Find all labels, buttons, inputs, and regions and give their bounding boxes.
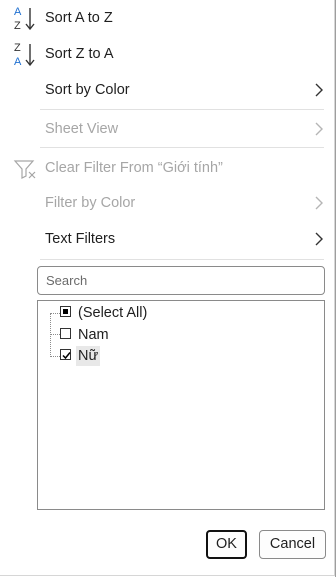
clear-filter-label: Clear Filter From “Giới tính” bbox=[45, 160, 223, 176]
sort-descending-icon: Z A bbox=[12, 39, 38, 69]
sort-by-color-item[interactable]: Sort by Color bbox=[0, 72, 336, 108]
list-item-label: Nam bbox=[78, 327, 109, 343]
tree-connector bbox=[50, 356, 60, 357]
text-filters-label: Text Filters bbox=[45, 231, 116, 247]
svg-text:A: A bbox=[14, 56, 22, 68]
sheet-view-label: Sheet View bbox=[45, 121, 119, 137]
sort-z-to-a-item[interactable]: Z A Sort Z to A bbox=[0, 36, 336, 72]
autofilter-dropdown: A Z Sort A to Z Z A Sort Z to A Sort by … bbox=[0, 0, 335, 576]
chevron-right-icon bbox=[314, 83, 324, 97]
sort-a-to-z-item[interactable]: A Z Sort A to Z bbox=[0, 0, 336, 36]
search-box bbox=[37, 266, 325, 295]
menu-separator bbox=[40, 259, 324, 260]
list-item-label: (Select All) bbox=[78, 305, 148, 321]
tree-connector bbox=[50, 334, 60, 335]
ok-button[interactable]: OK bbox=[206, 530, 247, 559]
chevron-right-icon bbox=[314, 122, 324, 136]
search-input[interactable] bbox=[38, 267, 316, 294]
sort-a-to-z-label: Sort A to Z bbox=[45, 10, 113, 26]
menu-separator bbox=[40, 109, 324, 110]
svg-text:Z: Z bbox=[14, 42, 21, 54]
sheet-view-item: Sheet View bbox=[0, 111, 336, 147]
nu-checkbox[interactable] bbox=[60, 349, 71, 360]
indeterminate-mark bbox=[63, 309, 68, 314]
chevron-right-icon bbox=[314, 232, 324, 246]
sort-z-to-a-label: Sort Z to A bbox=[45, 46, 114, 62]
sort-ascending-icon: A Z bbox=[12, 3, 38, 33]
select-all-checkbox[interactable] bbox=[60, 306, 71, 317]
menu-separator bbox=[40, 147, 324, 148]
clear-filter-item: Clear Filter From “Giới tính” bbox=[0, 150, 336, 186]
nam-checkbox[interactable] bbox=[60, 328, 71, 339]
checkmark-icon bbox=[62, 352, 71, 360]
cancel-button[interactable]: Cancel bbox=[259, 530, 326, 559]
svg-text:Z: Z bbox=[14, 20, 21, 32]
tree-connector bbox=[50, 313, 51, 357]
sort-by-color-label: Sort by Color bbox=[45, 82, 130, 98]
list-item-label: Nữ bbox=[76, 346, 101, 366]
tree-connector bbox=[50, 313, 60, 314]
filter-by-color-label: Filter by Color bbox=[45, 195, 136, 211]
text-filters-item[interactable]: Text Filters bbox=[0, 221, 336, 257]
clear-filter-icon bbox=[12, 153, 38, 183]
filter-values-list[interactable]: (Select All) Nam Nữ bbox=[37, 300, 325, 510]
filter-by-color-item: Filter by Color bbox=[0, 185, 336, 221]
chevron-right-icon bbox=[314, 196, 324, 210]
svg-text:A: A bbox=[14, 6, 22, 18]
